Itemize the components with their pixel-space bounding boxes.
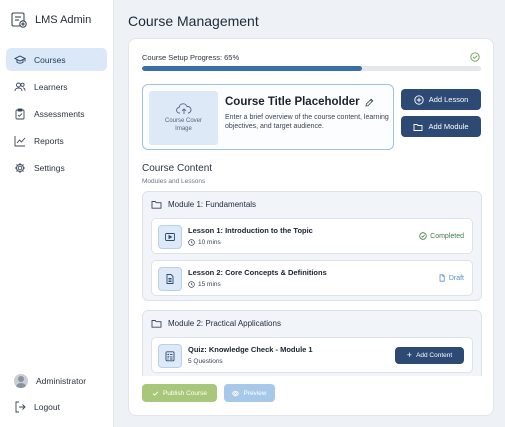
- video-icon: [158, 225, 182, 249]
- lesson-duration-text: 15 mins: [198, 281, 221, 288]
- course-cover-upload[interactable]: Course Cover Image: [149, 91, 218, 145]
- status-badge: Draft: [438, 274, 464, 282]
- module-header[interactable]: Module 2: Practical Applications: [151, 319, 281, 328]
- avatar: [14, 373, 28, 388]
- module-card: Module 2: Practical Applications Quiz: K…: [142, 310, 482, 376]
- publish-course-button[interactable]: Publish Course: [142, 384, 217, 402]
- add-module-label: Add Module: [428, 122, 469, 131]
- module-card: Module 1: Fundamentals Lesson 1: Introdu…: [142, 191, 482, 301]
- user-profile[interactable]: Administrator: [6, 369, 107, 392]
- sidebar-item-learners[interactable]: Learners: [6, 75, 107, 98]
- progress-label: Course Setup Progress: 65%: [142, 53, 240, 62]
- clipboard-check-icon: [15, 108, 25, 119]
- course-content-subtitle: Modules and Lessons: [142, 178, 206, 185]
- status-badge: Completed: [419, 232, 464, 240]
- sidebar-item-assessments[interactable]: Assessments: [6, 102, 107, 125]
- course-title-text: Course Title Placeholder: [225, 96, 360, 108]
- brand-name: LMS Admin: [35, 14, 92, 26]
- course-description[interactable]: Enter a brief overview of the course con…: [225, 113, 389, 131]
- pencil-icon[interactable]: [365, 98, 374, 107]
- lesson-meta: 5 Questions: [188, 358, 223, 365]
- add-lesson-button[interactable]: Add Lesson: [401, 89, 481, 110]
- check-circle-icon: [470, 52, 480, 62]
- sidebar-item-label: Assessments: [34, 108, 85, 119]
- module-header[interactable]: Module 1: Fundamentals: [151, 200, 256, 209]
- preview-button[interactable]: Preview: [224, 384, 275, 402]
- question-count: 5 Questions: [188, 358, 223, 365]
- plus-circle-icon: [414, 94, 424, 105]
- module-title: Module 2: Practical Applications: [168, 319, 281, 328]
- course-title[interactable]: Course Title Placeholder: [225, 96, 374, 108]
- sidebar-item-courses[interactable]: Courses: [6, 48, 107, 71]
- checklist-icon: [158, 344, 182, 368]
- sidebar-item-label: Learners: [34, 81, 68, 92]
- course-header-card: Course Cover Image Course Title Placehol…: [142, 84, 394, 150]
- lesson-duration: 10 mins: [188, 239, 221, 246]
- plus-icon: +: [406, 350, 413, 360]
- status-text: Draft: [448, 274, 464, 282]
- sidebar-item-label: Reports: [34, 135, 64, 146]
- lesson-item[interactable]: Lesson 2: Core Concepts & Definitions 15…: [151, 260, 473, 296]
- document-icon: [158, 267, 182, 291]
- lms-logo-icon: [11, 12, 27, 28]
- brand: LMS Admin: [10, 11, 91, 29]
- sidebar-user: Administrator: [6, 369, 107, 396]
- folder-icon: [414, 123, 423, 131]
- progress-bar: [142, 66, 481, 71]
- cover-caption: Course Cover Image: [164, 118, 202, 132]
- status-text: Completed: [430, 232, 464, 240]
- sidebar-item-settings[interactable]: Settings: [6, 156, 107, 179]
- gear-icon: [15, 162, 25, 173]
- page-title: Course Management: [128, 13, 259, 29]
- logout-icon: [15, 401, 26, 412]
- lesson-title: Quiz: Knowledge Check - Module 1: [188, 345, 313, 354]
- sidebar-nav: Courses Learners Assessments Reports Set…: [6, 48, 107, 183]
- lesson-title: Lesson 1: Introduction to the Topic: [188, 226, 313, 235]
- sidebar-item-label: Settings: [34, 162, 65, 173]
- lesson-title: Lesson 2: Core Concepts & Definitions: [188, 268, 327, 277]
- progress-fill: [142, 66, 363, 71]
- check-icon: [152, 390, 159, 396]
- sidebar: LMS Admin Courses Learners Assessments R…: [0, 0, 114, 427]
- logout-label: Logout: [34, 401, 60, 412]
- add-lesson-label: Add Lesson: [428, 95, 469, 104]
- logout-button[interactable]: Logout: [6, 395, 107, 418]
- lesson-duration-text: 10 mins: [198, 239, 221, 246]
- sidebar-item-reports[interactable]: Reports: [6, 129, 107, 152]
- preview-label: Preview: [243, 389, 267, 397]
- publish-label: Publish Course: [162, 389, 208, 397]
- clock-icon: [188, 281, 195, 288]
- lesson-item[interactable]: Quiz: Knowledge Check - Module 1 5 Quest…: [151, 337, 473, 373]
- sidebar-item-label: Courses: [34, 54, 66, 65]
- sidebar-logout: Logout: [6, 395, 107, 422]
- module-title: Module 1: Fundamentals: [168, 200, 257, 209]
- clock-icon: [188, 239, 195, 246]
- eye-icon: [232, 390, 240, 396]
- file-icon: [439, 274, 445, 282]
- lesson-item[interactable]: Lesson 1: Introduction to the Topic 10 m…: [151, 218, 473, 254]
- add-content-button[interactable]: + Add Content: [395, 347, 464, 364]
- check-circle-icon: [419, 232, 427, 240]
- cloud-upload-icon: [175, 103, 191, 114]
- course-editor-panel: Course Setup Progress: 65% Course Cover …: [128, 38, 494, 416]
- add-content-label: Add Content: [416, 352, 453, 359]
- course-content-title: Course Content: [142, 163, 213, 174]
- folder-icon: [151, 201, 162, 209]
- folder-icon: [151, 320, 162, 328]
- user-name: Administrator: [36, 375, 87, 386]
- add-module-button[interactable]: Add Module: [401, 116, 481, 137]
- module-list[interactable]: Module 1: Fundamentals Lesson 1: Introdu…: [142, 191, 482, 376]
- line-chart-icon: [14, 135, 26, 146]
- users-icon: [14, 82, 26, 91]
- lesson-duration: 15 mins: [188, 281, 221, 288]
- graduation-cap-icon: [14, 54, 26, 64]
